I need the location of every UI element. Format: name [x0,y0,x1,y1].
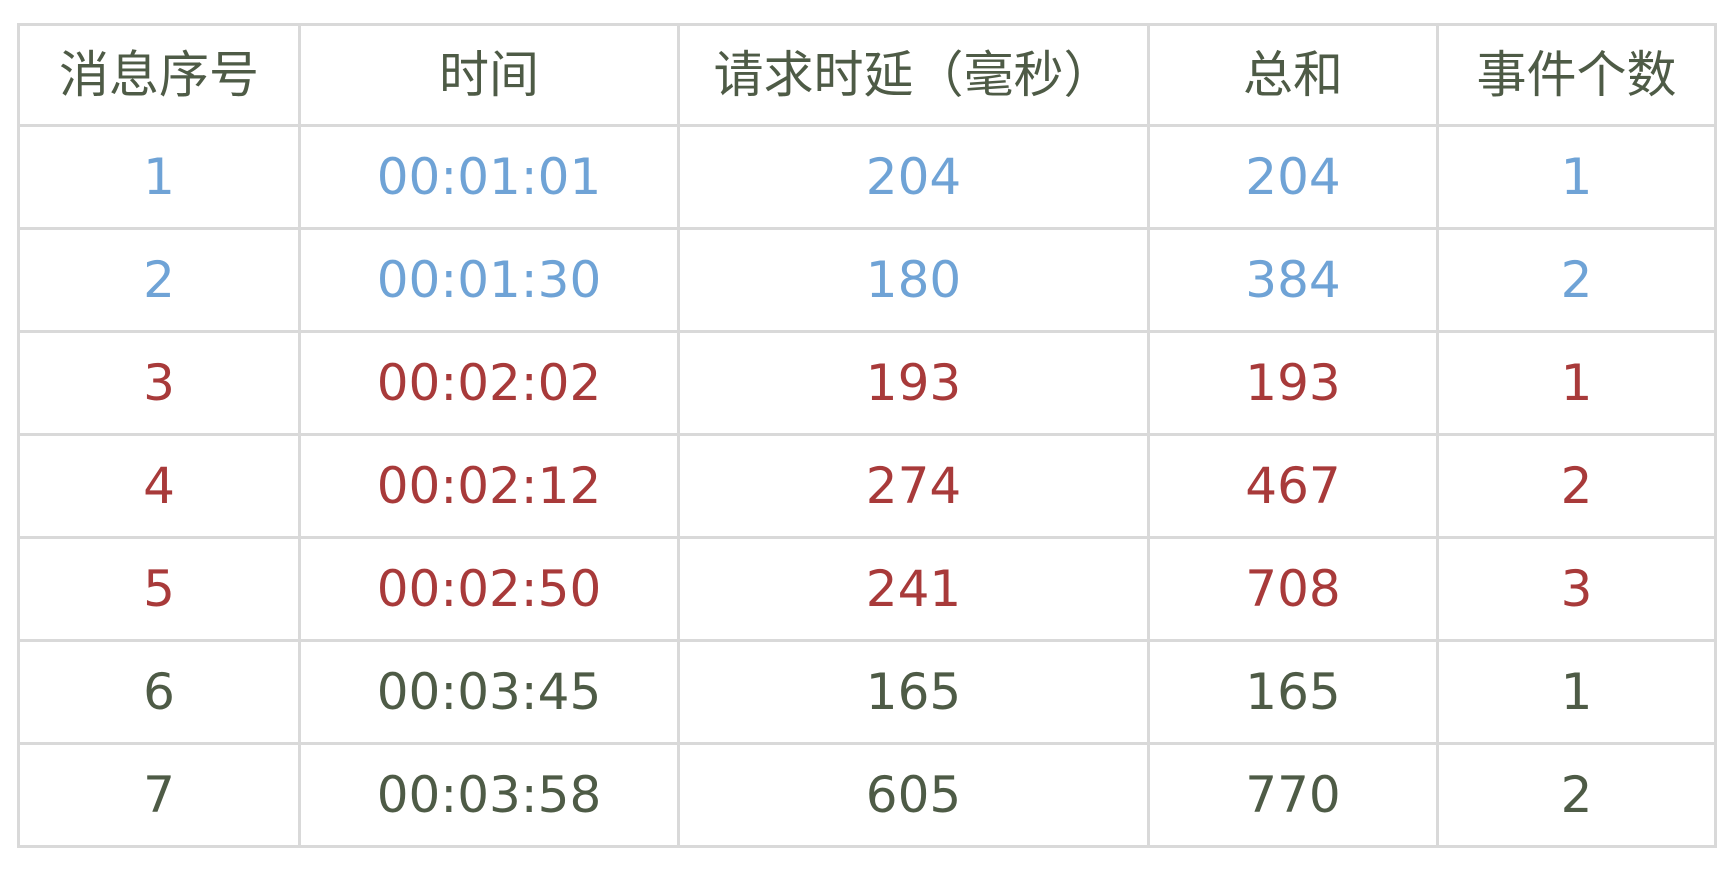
cell-time: 00:02:50 [298,536,680,642]
cell-event-count: 1 [1436,639,1717,745]
table-row: 1 00:01:01 204 204 1 [17,124,1717,230]
cell-time: 00:01:30 [298,227,680,333]
cell-request-latency: 241 [677,536,1150,642]
cell-request-latency: 204 [677,124,1150,230]
table-row: 7 00:03:58 605 770 2 [17,742,1717,848]
cell-request-latency: 165 [677,639,1150,745]
cell-message-seq: 2 [17,227,301,333]
cell-time: 00:02:12 [298,433,680,539]
table-row: 5 00:02:50 241 708 3 [17,536,1717,642]
cell-message-seq: 6 [17,639,301,745]
header-sum: 总和 [1147,23,1439,127]
cell-request-latency: 193 [677,330,1150,436]
cell-event-count: 2 [1436,742,1717,848]
cell-request-latency: 605 [677,742,1150,848]
cell-event-count: 1 [1436,124,1717,230]
cell-event-count: 3 [1436,536,1717,642]
cell-message-seq: 3 [17,330,301,436]
cell-time: 00:02:02 [298,330,680,436]
cell-sum: 165 [1147,639,1439,745]
cell-message-seq: 7 [17,742,301,848]
header-row: 消息序号 时间 请求时延（毫秒） 总和 事件个数 [17,23,1717,127]
cell-event-count: 2 [1436,433,1717,539]
cell-event-count: 1 [1436,330,1717,436]
cell-sum: 384 [1147,227,1439,333]
table-row: 6 00:03:45 165 165 1 [17,639,1717,745]
header-message-seq: 消息序号 [17,23,301,127]
table-row: 4 00:02:12 274 467 2 [17,433,1717,539]
cell-time: 00:03:45 [298,639,680,745]
header-event-count: 事件个数 [1436,23,1717,127]
cell-sum: 708 [1147,536,1439,642]
cell-request-latency: 180 [677,227,1150,333]
cell-message-seq: 1 [17,124,301,230]
header-time: 时间 [298,23,680,127]
table-row: 2 00:01:30 180 384 2 [17,227,1717,333]
cell-time: 00:03:58 [298,742,680,848]
cell-sum: 204 [1147,124,1439,230]
cell-message-seq: 5 [17,536,301,642]
cell-sum: 467 [1147,433,1439,539]
events-table: 消息序号 时间 请求时延（毫秒） 总和 事件个数 1 00:01:01 204 … [17,23,1717,848]
cell-message-seq: 4 [17,433,301,539]
cell-request-latency: 274 [677,433,1150,539]
header-request-latency: 请求时延（毫秒） [677,23,1150,127]
cell-sum: 193 [1147,330,1439,436]
cell-time: 00:01:01 [298,124,680,230]
table-row: 3 00:02:02 193 193 1 [17,330,1717,436]
cell-sum: 770 [1147,742,1439,848]
cell-event-count: 2 [1436,227,1717,333]
